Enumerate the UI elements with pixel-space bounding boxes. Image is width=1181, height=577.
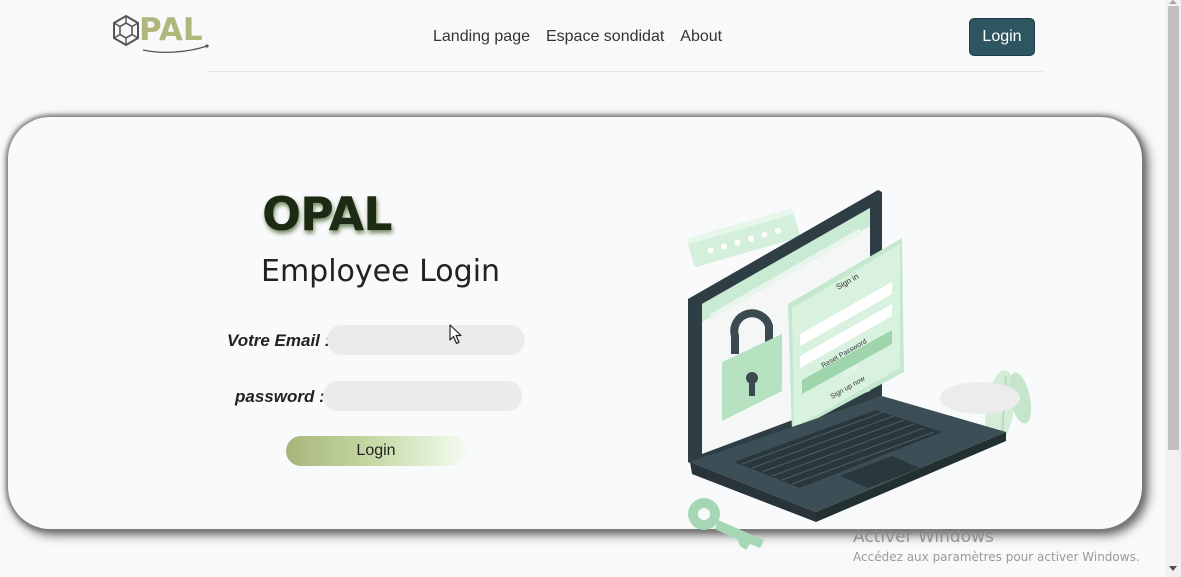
password-label: password : xyxy=(235,387,325,406)
email-label: Votre Email : xyxy=(227,331,331,350)
vertical-scrollbar[interactable] xyxy=(1166,0,1181,577)
logo-swoosh xyxy=(142,44,209,53)
scroll-up-arrow-icon[interactable] xyxy=(1169,0,1177,4)
nav-link-about[interactable]: About xyxy=(680,28,722,46)
key-decoration xyxy=(688,498,764,550)
nav-login-button[interactable]: Login xyxy=(969,18,1035,56)
password-field[interactable] xyxy=(323,381,522,411)
nav-divider xyxy=(208,71,1043,72)
login-submit-button[interactable]: Login xyxy=(286,436,466,466)
scroll-thumb[interactable] xyxy=(1168,6,1179,450)
page-title: Employee Login xyxy=(261,254,501,289)
brand-title: OPAL xyxy=(262,187,393,241)
activate-windows-subtitle: Accédez aux paramètres pour activer Wind… xyxy=(853,550,1140,564)
email-field[interactable] xyxy=(327,325,525,355)
laptop-security-illustration: Sign in Reset Password Login Sign up now xyxy=(686,190,1032,550)
mouse-cursor-icon xyxy=(449,324,462,345)
gem-icon xyxy=(113,14,139,47)
navbar: PAL Landing page Espace sondidat About L… xyxy=(0,0,1166,72)
nav-link-espace-sondidat[interactable]: Espace sondidat xyxy=(546,28,664,46)
activate-windows-title: Activer Windows xyxy=(853,527,994,547)
nav-link-landing-page[interactable]: Landing page xyxy=(433,28,530,46)
opal-logo[interactable]: PAL xyxy=(111,12,211,54)
nav-links: Landing page Espace sondidat About xyxy=(433,28,722,46)
scroll-down-arrow-icon[interactable] xyxy=(1169,566,1177,571)
